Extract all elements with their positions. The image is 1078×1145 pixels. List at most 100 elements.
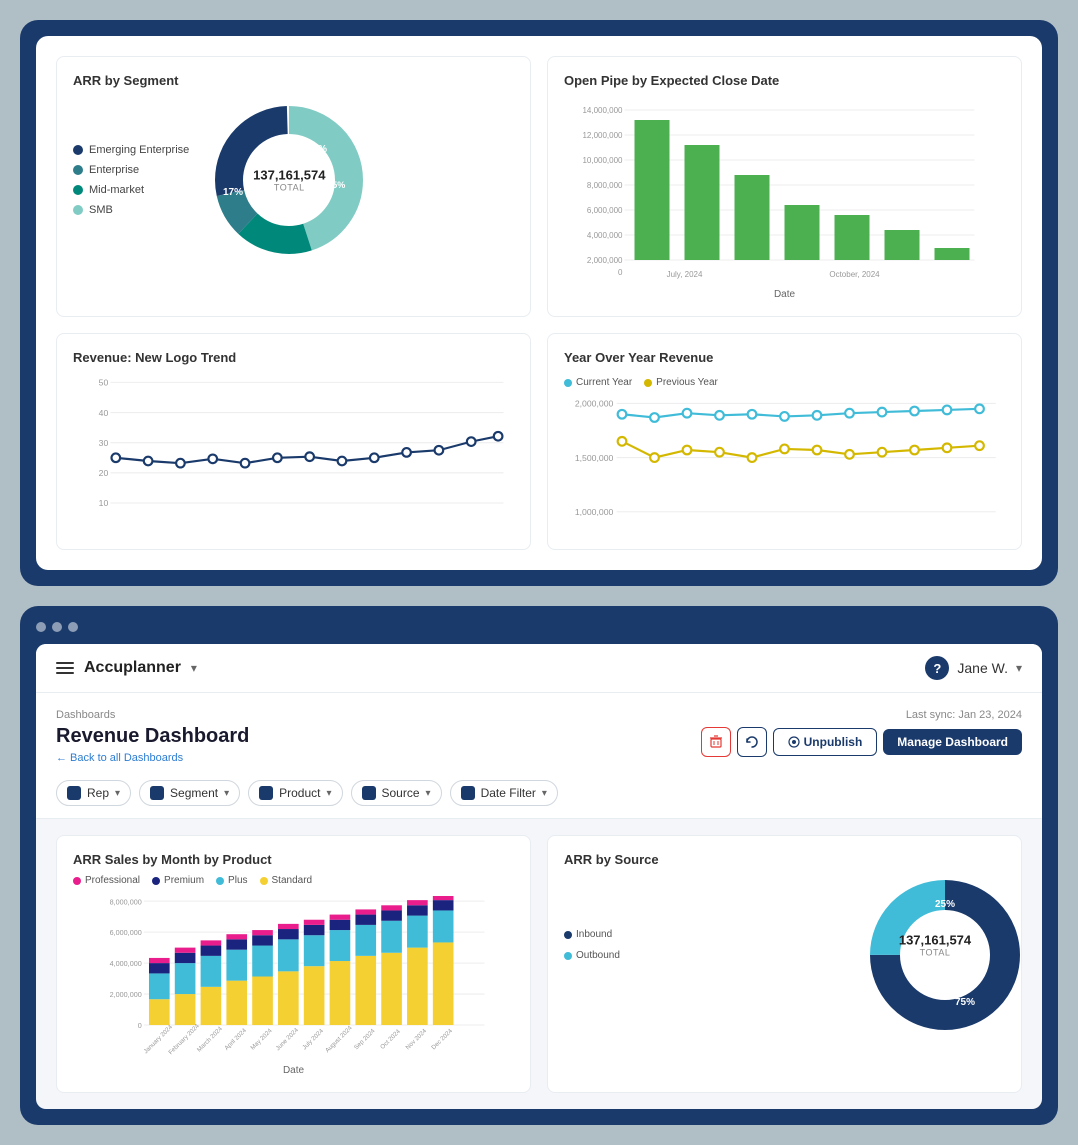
current-year-label: Current Year — [576, 377, 632, 388]
svg-text:2,000,000: 2,000,000 — [575, 399, 614, 409]
delete-button[interactable] — [701, 727, 731, 757]
svg-text:March 2024: March 2024 — [196, 1025, 224, 1053]
source-filter-label: Source — [382, 786, 420, 800]
svg-text:July, 2024: July, 2024 — [667, 270, 703, 279]
legend-premium: Premium — [152, 875, 204, 886]
refresh-icon — [745, 735, 759, 749]
filter-segment[interactable]: Segment ▾ — [139, 780, 240, 806]
arr-month-product-chart: ARR Sales by Month by Product Profession… — [56, 835, 531, 1093]
filter-source[interactable]: Source ▾ — [351, 780, 442, 806]
premium-label: Premium — [164, 875, 204, 886]
source-total-value: 137,161,574 — [899, 933, 971, 948]
smb-label: SMB — [89, 204, 113, 216]
legend-current-year: Current Year — [564, 377, 632, 388]
app-name-chevron[interactable]: ▾ — [191, 661, 197, 675]
svg-text:Dec 2024: Dec 2024 — [430, 1027, 454, 1051]
app-nav: Accuplanner ▾ ? Jane W. ▾ — [36, 644, 1042, 693]
svg-text:40: 40 — [99, 408, 109, 418]
current-year-dot — [564, 379, 572, 387]
rep-filter-label: Rep — [87, 786, 109, 800]
revenue-trend-title: Revenue: New Logo Trend — [73, 350, 514, 365]
outbound-legend: Outbound — [564, 950, 620, 961]
window-dots — [36, 622, 1042, 632]
stacked-bar-svg: 8,000,000 6,000,000 4,000,000 2,000,000 … — [73, 896, 514, 1056]
arr-month-legend: Professional Premium Plus Standard — [73, 875, 514, 886]
filter-product[interactable]: Product ▾ — [248, 780, 342, 806]
help-button[interactable]: ? — [925, 656, 949, 680]
product-filter-chevron: ▾ — [326, 788, 331, 799]
inbound-legend: Inbound — [564, 929, 620, 940]
trash-icon — [709, 735, 723, 749]
arr-segment-chart: ARR by Segment Emerging Enterprise Enter… — [56, 56, 531, 317]
legend-emerging: Emerging Enterprise — [73, 144, 189, 156]
standard-dot — [260, 877, 268, 885]
nav-left: Accuplanner ▾ — [56, 659, 197, 677]
header-right: Last sync: Jan 23, 2024 — [701, 709, 1022, 757]
source-filter-chevron: ▾ — [426, 788, 431, 799]
sync-text: Last sync: Jan 23, 2024 — [906, 709, 1022, 721]
filter-bar: Rep ▾ Segment ▾ Product ▾ Source ▾ Date … — [36, 772, 1042, 819]
professional-dot — [73, 877, 81, 885]
hamburger-menu[interactable] — [56, 662, 74, 674]
svg-text:May 2024: May 2024 — [249, 1027, 274, 1052]
revenue-trend-chart: Revenue: New Logo Trend 50 40 30 20 10 — [56, 333, 531, 550]
unpublish-icon — [788, 736, 800, 748]
arr-month-title: ARR Sales by Month by Product — [73, 852, 514, 867]
unpublish-label: Unpublish — [804, 735, 863, 749]
filter-date[interactable]: Date Filter ▾ — [450, 780, 558, 806]
outbound-dot — [564, 952, 572, 960]
open-pipe-svg: 14,000,000 12,000,000 10,000,000 8,000,0… — [564, 100, 1005, 280]
rep-filter-chevron: ▾ — [115, 788, 120, 799]
source-filter-icon — [362, 786, 376, 800]
svg-text:14,000,000: 14,000,000 — [582, 106, 623, 115]
smb-dot — [73, 205, 83, 215]
yoy-svg: 2,000,000 1,500,000 1,000,000 — [564, 398, 1005, 528]
arr-segment-title: ARR by Segment — [73, 73, 514, 88]
svg-text:6,000,000: 6,000,000 — [587, 206, 623, 215]
plus-dot — [216, 877, 224, 885]
inbound-pct-label: 75% — [955, 997, 975, 1008]
enterprise-label: Enterprise — [89, 164, 139, 176]
hamburger-line-1 — [56, 662, 74, 664]
manage-dashboard-button[interactable]: Manage Dashboard — [883, 729, 1022, 755]
app-name: Accuplanner — [84, 659, 181, 677]
svg-text:4,000,000: 4,000,000 — [587, 231, 623, 240]
svg-text:9.5%: 9.5% — [325, 180, 346, 190]
legend-professional: Professional — [73, 875, 140, 886]
svg-text:2,000,000: 2,000,000 — [110, 990, 142, 999]
source-chart-area: Inbound Outbound — [564, 875, 1005, 1015]
dot-2 — [52, 622, 62, 632]
yoy-revenue-chart: Year Over Year Revenue Current Year Prev… — [547, 333, 1022, 550]
dashboard-header: Dashboards Revenue Dashboard ← Back to a… — [36, 693, 1042, 772]
unpublish-button[interactable]: Unpublish — [773, 728, 878, 756]
svg-text:October, 2024: October, 2024 — [829, 270, 880, 279]
user-chevron[interactable]: ▾ — [1016, 661, 1022, 675]
back-link-text[interactable]: ← Back to all Dashboards — [56, 752, 183, 764]
hamburger-line-3 — [56, 672, 74, 674]
back-link[interactable]: ← Back to all Dashboards — [56, 752, 249, 764]
segment-filter-label: Segment — [170, 786, 218, 800]
inbound-dot — [564, 931, 572, 939]
svg-text:6,000,000: 6,000,000 — [110, 928, 142, 937]
legend-plus: Plus — [216, 875, 247, 886]
action-buttons: Unpublish Manage Dashboard — [701, 727, 1022, 757]
refresh-button[interactable] — [737, 727, 767, 757]
midmarket-dot — [73, 185, 83, 195]
filter-rep[interactable]: Rep ▾ — [56, 780, 131, 806]
dot-1 — [36, 622, 46, 632]
open-pipe-title: Open Pipe by Expected Close Date — [564, 73, 1005, 88]
svg-text:20: 20 — [99, 468, 109, 478]
donut-area: Emerging Enterprise Enterprise Mid-marke… — [73, 100, 514, 260]
segment-filter-chevron: ▾ — [224, 788, 229, 799]
arr-source-title: ARR by Source — [564, 852, 1005, 867]
svg-text:0: 0 — [138, 1021, 142, 1030]
svg-text:8,000,000: 8,000,000 — [110, 897, 142, 906]
svg-text:10: 10 — [99, 498, 109, 508]
date-filter-chevron: ▾ — [542, 788, 547, 799]
svg-text:April 2024: April 2024 — [223, 1027, 248, 1052]
svg-text:2,000,000: 2,000,000 — [587, 256, 623, 265]
bottom-charts-grid: ARR Sales by Month by Product Profession… — [36, 819, 1042, 1109]
source-donut-wrapper: 25% 75% 137,161,574 TOTAL — [865, 875, 1005, 1015]
donut-chart-wrapper: 28% 9.5% 17% 45% 137,161,574 TOTAL — [209, 100, 369, 260]
dot-3 — [68, 622, 78, 632]
